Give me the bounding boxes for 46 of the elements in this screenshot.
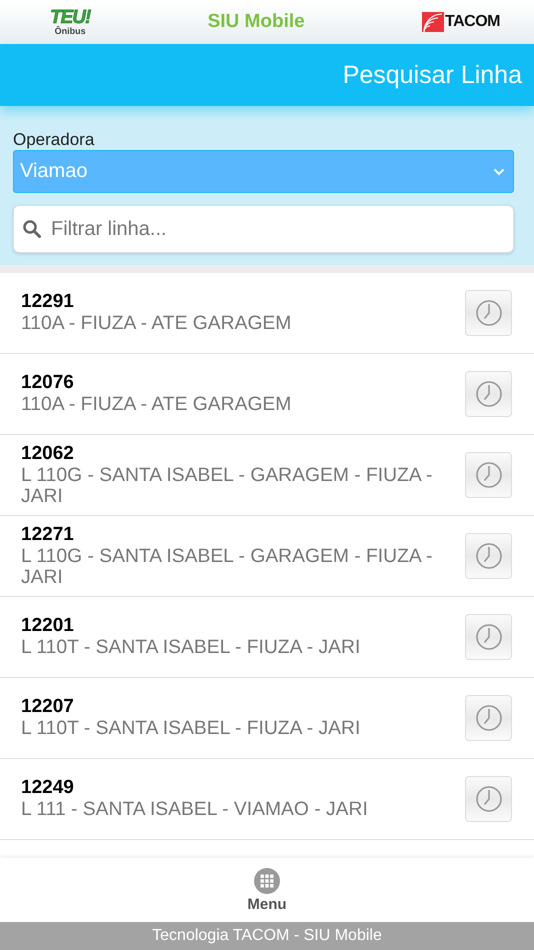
clock-icon — [474, 623, 502, 651]
schedule-button[interactable] — [465, 290, 512, 336]
footer-text: Tecnologia TACOM - SIU Mobile — [0, 922, 534, 950]
line-code: 12076 — [21, 372, 75, 394]
search-icon — [23, 220, 41, 238]
app-title: SIU Mobile — [208, 11, 305, 33]
line-code: 12291 — [21, 291, 75, 314]
line-name: L 110T - SANTA ISABEL - FIUZA - JARI — [21, 637, 362, 659]
clock-icon — [474, 704, 502, 732]
schedule-button[interactable] — [465, 776, 512, 822]
clock-icon — [474, 461, 502, 489]
search-field[interactable]: Filtrar linha... — [13, 205, 514, 253]
line-code: 12271 — [21, 524, 75, 546]
line-name: 110A - FIUZA - ATE GARAGEM — [21, 313, 292, 335]
line-name: 110A - FIUZA - ATE GARAGEM — [21, 394, 292, 416]
line-row[interactable]: 12249 L 111 - SANTA ISABEL - VIAMAO - JARI — [0, 759, 534, 840]
line-code: 12062 — [21, 442, 75, 465]
clock-icon — [474, 380, 502, 408]
line-row[interactable]: 12291 110A - FIUZA - ATE GARAGEM — [0, 273, 534, 354]
line-code: 12207 — [21, 696, 75, 718]
line-code: 12249 — [21, 777, 75, 800]
clock-icon — [474, 299, 502, 327]
line-name: L 110T - SANTA ISABEL - FIUZA - JARI — [21, 718, 362, 740]
page-title: Pesquisar Linha — [342, 60, 522, 90]
line-row[interactable]: 12207 L 110T - SANTA ISABEL - FIUZA - JARI — [0, 678, 534, 759]
line-name: L 110G - SANTA ISABEL - GARAGEM - FIUZA - JARI — [21, 464, 434, 508]
clock-icon — [474, 542, 502, 570]
teu-logo: TEU! Ônibus — [50, 8, 90, 36]
chevron-down-icon — [493, 168, 505, 176]
line-row[interactable]: 12076 110A - FIUZA - ATE GARAGEM — [0, 354, 534, 435]
clock-icon — [474, 785, 502, 813]
schedule-button[interactable] — [465, 371, 512, 417]
schedule-button[interactable] — [465, 695, 512, 741]
schedule-button[interactable] — [465, 452, 512, 498]
grid-icon — [254, 868, 280, 894]
line-row[interactable]: 12062 L 110G - SANTA ISABEL - GARAGEM - FIUZA - JARI — [0, 435, 534, 516]
schedule-button[interactable] — [465, 533, 512, 579]
line-row[interactable]: 12271 L 110G - SANTA ISABEL - GARAGEM - FIUZA - JARI — [0, 516, 534, 597]
operator-label: Operadora — [13, 130, 96, 150]
line-name: L 110G - SANTA ISABEL - GARAGEM - FIUZA - JARI — [21, 546, 434, 588]
menu-button[interactable]: Menu — [247, 868, 287, 912]
schedule-button[interactable] — [465, 614, 512, 660]
line-name: L 111 - SANTA ISABEL - VIAMAO - JARI — [21, 799, 369, 821]
tacom-logo: TACOM — [422, 12, 500, 32]
line-code: 12201 — [21, 615, 75, 638]
line-row[interactable]: 12201 L 110T - SANTA ISABEL - FIUZA - JARI — [0, 597, 534, 678]
